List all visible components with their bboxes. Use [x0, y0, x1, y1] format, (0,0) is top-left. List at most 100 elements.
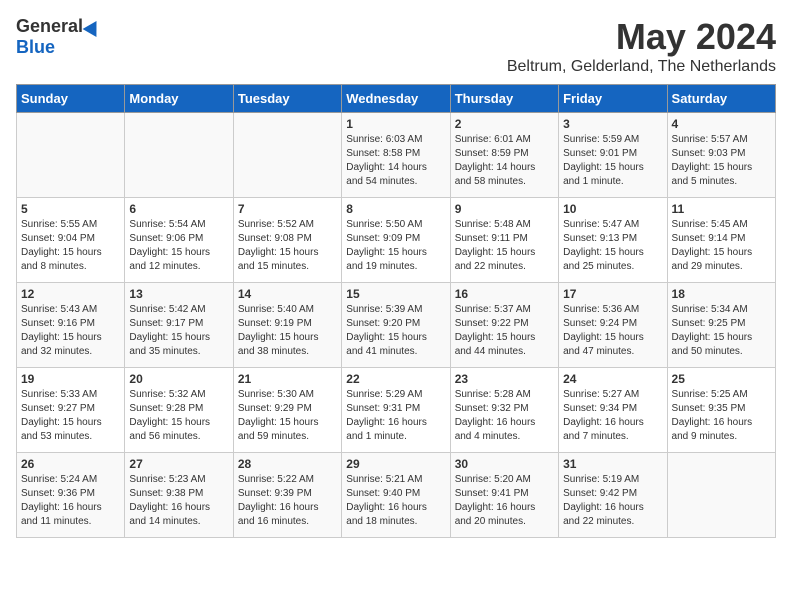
day-number: 15 [346, 287, 445, 301]
calendar-cell: 7 Sunrise: 5:52 AM Sunset: 9:08 PM Daylig… [233, 198, 341, 283]
calendar-cell: 20 Sunrise: 5:32 AM Sunset: 9:28 PM Dayli… [125, 368, 233, 453]
calendar-cell: 14 Sunrise: 5:40 AM Sunset: 9:19 PM Dayli… [233, 283, 341, 368]
calendar-cell: 11 Sunrise: 5:45 AM Sunset: 9:14 PM Dayli… [667, 198, 775, 283]
day-detail: Sunrise: 6:01 AM Sunset: 8:59 PM Dayligh… [455, 133, 554, 189]
logo-general-text: General [16, 16, 83, 37]
weekday-header: Thursday [450, 85, 558, 113]
calendar-cell: 21 Sunrise: 5:30 AM Sunset: 9:29 PM Dayli… [233, 368, 341, 453]
day-number: 4 [672, 117, 771, 131]
calendar-cell: 4 Sunrise: 5:57 AM Sunset: 9:03 PM Daylig… [667, 113, 775, 198]
day-number: 7 [238, 202, 337, 216]
day-detail: Sunrise: 5:48 AM Sunset: 9:11 PM Dayligh… [455, 218, 554, 274]
calendar-week-row: 26 Sunrise: 5:24 AM Sunset: 9:36 PM Dayli… [17, 453, 776, 538]
calendar-cell: 16 Sunrise: 5:37 AM Sunset: 9:22 PM Dayli… [450, 283, 558, 368]
day-detail: Sunrise: 5:25 AM Sunset: 9:35 PM Dayligh… [672, 388, 771, 444]
day-number: 1 [346, 117, 445, 131]
calendar-cell: 18Sunrise: 5:34 AM Sunset: 9:25 PM Dayli… [667, 283, 775, 368]
calendar-cell: 3Sunrise: 5:59 AM Sunset: 9:01 PM Daylig… [559, 113, 667, 198]
calendar-week-row: 12 Sunrise: 5:43 AM Sunset: 9:16 PM Dayli… [17, 283, 776, 368]
title-block: May 2024 Beltrum, Gelderland, The Nether… [507, 16, 776, 76]
calendar-cell: 25Sunrise: 5:25 AM Sunset: 9:35 PM Dayli… [667, 368, 775, 453]
day-detail: Sunrise: 5:32 AM Sunset: 9:28 PM Dayligh… [129, 388, 228, 444]
day-detail: Sunrise: 5:54 AM Sunset: 9:06 PM Dayligh… [129, 218, 228, 274]
day-number: 14 [238, 287, 337, 301]
day-detail: Sunrise: 5:28 AM Sunset: 9:32 PM Dayligh… [455, 388, 554, 444]
calendar-body: 1 Sunrise: 6:03 AM Sunset: 8:58 PM Daylig… [17, 113, 776, 538]
page-header: General Blue May 2024 Beltrum, Gelderlan… [16, 16, 776, 76]
day-number: 8 [346, 202, 445, 216]
calendar-cell: 9 Sunrise: 5:48 AM Sunset: 9:11 PM Daylig… [450, 198, 558, 283]
day-detail: Sunrise: 5:55 AM Sunset: 9:04 PM Dayligh… [21, 218, 120, 274]
day-number: 19 [21, 372, 120, 386]
calendar-cell: 19 Sunrise: 5:33 AM Sunset: 9:27 PM Dayli… [17, 368, 125, 453]
main-title: May 2024 [507, 16, 776, 58]
day-detail: Sunrise: 5:33 AM Sunset: 9:27 PM Dayligh… [21, 388, 120, 444]
day-number: 10 [563, 202, 662, 216]
day-detail: Sunrise: 5:45 AM Sunset: 9:14 PM Dayligh… [672, 218, 771, 274]
day-number: 12 [21, 287, 120, 301]
day-detail: Sunrise: 5:22 AM Sunset: 9:39 PM Dayligh… [238, 473, 337, 529]
weekday-header: Monday [125, 85, 233, 113]
calendar-week-row: 5 Sunrise: 5:55 AM Sunset: 9:04 PM Daylig… [17, 198, 776, 283]
day-number: 13 [129, 287, 228, 301]
day-number: 2 [455, 117, 554, 131]
day-number: 28 [238, 457, 337, 471]
weekday-header-row: SundayMondayTuesdayWednesdayThursdayFrid… [17, 85, 776, 113]
calendar-cell [233, 113, 341, 198]
day-number: 3 [563, 117, 662, 131]
calendar-cell: 5 Sunrise: 5:55 AM Sunset: 9:04 PM Daylig… [17, 198, 125, 283]
subtitle: Beltrum, Gelderland, The Netherlands [507, 58, 776, 76]
logo-triangle-icon [83, 16, 104, 36]
calendar-cell: 13 Sunrise: 5:42 AM Sunset: 9:17 PM Dayli… [125, 283, 233, 368]
day-number: 5 [21, 202, 120, 216]
calendar-cell: 15Sunrise: 5:39 AM Sunset: 9:20 PM Dayli… [342, 283, 450, 368]
day-detail: Sunrise: 5:43 AM Sunset: 9:16 PM Dayligh… [21, 303, 120, 359]
calendar-cell: 26 Sunrise: 5:24 AM Sunset: 9:36 PM Dayli… [17, 453, 125, 538]
calendar-cell: 2 Sunrise: 6:01 AM Sunset: 8:59 PM Daylig… [450, 113, 558, 198]
calendar-cell: 12 Sunrise: 5:43 AM Sunset: 9:16 PM Dayli… [17, 283, 125, 368]
calendar-cell: 29Sunrise: 5:21 AM Sunset: 9:40 PM Dayli… [342, 453, 450, 538]
calendar-cell: 30Sunrise: 5:20 AM Sunset: 9:41 PM Dayli… [450, 453, 558, 538]
day-number: 16 [455, 287, 554, 301]
calendar-cell [17, 113, 125, 198]
calendar-cell: 24Sunrise: 5:27 AM Sunset: 9:34 PM Dayli… [559, 368, 667, 453]
day-detail: Sunrise: 5:40 AM Sunset: 9:19 PM Dayligh… [238, 303, 337, 359]
weekday-header: Sunday [17, 85, 125, 113]
logo: General Blue [16, 16, 101, 58]
calendar-cell: 31Sunrise: 5:19 AM Sunset: 9:42 PM Dayli… [559, 453, 667, 538]
day-number: 17 [563, 287, 662, 301]
day-detail: Sunrise: 5:30 AM Sunset: 9:29 PM Dayligh… [238, 388, 337, 444]
day-detail: Sunrise: 6:03 AM Sunset: 8:58 PM Dayligh… [346, 133, 445, 189]
weekday-header: Wednesday [342, 85, 450, 113]
day-detail: Sunrise: 5:42 AM Sunset: 9:17 PM Dayligh… [129, 303, 228, 359]
day-detail: Sunrise: 5:37 AM Sunset: 9:22 PM Dayligh… [455, 303, 554, 359]
calendar-week-row: 19 Sunrise: 5:33 AM Sunset: 9:27 PM Dayli… [17, 368, 776, 453]
day-detail: Sunrise: 5:52 AM Sunset: 9:08 PM Dayligh… [238, 218, 337, 274]
day-number: 26 [21, 457, 120, 471]
day-number: 20 [129, 372, 228, 386]
day-detail: Sunrise: 5:47 AM Sunset: 9:13 PM Dayligh… [563, 218, 662, 274]
calendar-cell: 10 Sunrise: 5:47 AM Sunset: 9:13 PM Dayli… [559, 198, 667, 283]
day-number: 27 [129, 457, 228, 471]
calendar-cell: 1 Sunrise: 6:03 AM Sunset: 8:58 PM Daylig… [342, 113, 450, 198]
day-number: 11 [672, 202, 771, 216]
weekday-header: Saturday [667, 85, 775, 113]
day-detail: Sunrise: 5:50 AM Sunset: 9:09 PM Dayligh… [346, 218, 445, 274]
calendar-table: SundayMondayTuesdayWednesdayThursdayFrid… [16, 84, 776, 538]
calendar-cell: 23Sunrise: 5:28 AM Sunset: 9:32 PM Dayli… [450, 368, 558, 453]
day-detail: Sunrise: 5:57 AM Sunset: 9:03 PM Dayligh… [672, 133, 771, 189]
weekday-header: Friday [559, 85, 667, 113]
day-number: 6 [129, 202, 228, 216]
calendar-week-row: 1 Sunrise: 6:03 AM Sunset: 8:58 PM Daylig… [17, 113, 776, 198]
day-number: 9 [455, 202, 554, 216]
day-number: 21 [238, 372, 337, 386]
day-detail: Sunrise: 5:24 AM Sunset: 9:36 PM Dayligh… [21, 473, 120, 529]
day-number: 31 [563, 457, 662, 471]
calendar-cell: 22Sunrise: 5:29 AM Sunset: 9:31 PM Dayli… [342, 368, 450, 453]
logo-blue-text: Blue [16, 37, 55, 58]
day-number: 29 [346, 457, 445, 471]
calendar-cell: 27Sunrise: 5:23 AM Sunset: 9:38 PM Dayli… [125, 453, 233, 538]
day-detail: Sunrise: 5:29 AM Sunset: 9:31 PM Dayligh… [346, 388, 445, 444]
day-detail: Sunrise: 5:34 AM Sunset: 9:25 PM Dayligh… [672, 303, 771, 359]
calendar-cell [667, 453, 775, 538]
